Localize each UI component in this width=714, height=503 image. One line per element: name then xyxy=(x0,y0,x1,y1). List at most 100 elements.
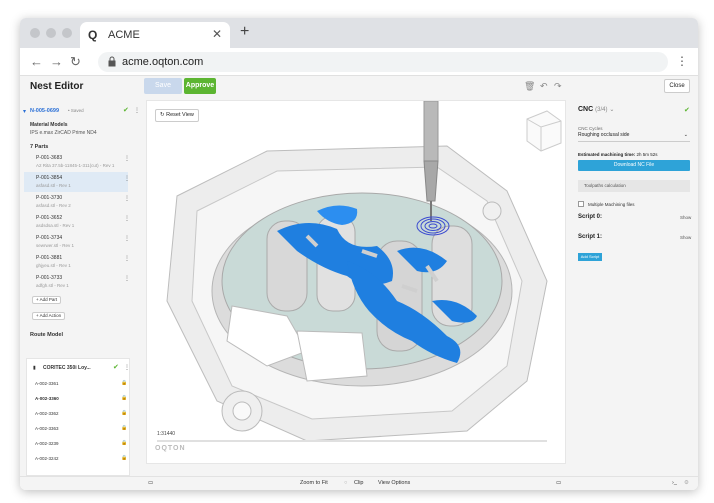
browser-tab[interactable]: Q ACME ✕ xyxy=(80,22,230,48)
approve-button[interactable]: Approve xyxy=(184,78,216,94)
multiple-machining-label: Multiple Machining files xyxy=(588,202,635,207)
lock-icon xyxy=(108,56,116,67)
more-icon[interactable]: ⋮ xyxy=(124,364,130,371)
more-icon[interactable]: ⋮ xyxy=(124,275,130,282)
reset-view-button[interactable]: ↻ Reset View xyxy=(155,109,199,122)
part-id: P-001-3730 xyxy=(36,195,63,201)
add-script-button[interactable]: Add Script xyxy=(578,253,602,261)
close-button[interactable]: Close xyxy=(664,79,690,93)
lock-icon: 🔒 xyxy=(121,455,128,461)
more-icon[interactable]: ⋮ xyxy=(124,155,130,162)
check-icon: ✔ xyxy=(113,364,119,371)
route-item[interactable]: A-002-3363 xyxy=(35,426,59,431)
route-item[interactable]: A-002-3362 xyxy=(35,411,59,416)
add-part-button[interactable]: + Add Part xyxy=(32,296,62,304)
part-file: ghjyeu.stl - Rev 1 xyxy=(36,263,71,268)
cnc-title[interactable]: CNC (3/4) ⌄ xyxy=(578,106,614,113)
script-1-show-link[interactable]: Show xyxy=(680,235,691,240)
machining-time-label: Estimated machining time: xyxy=(578,152,636,157)
reset-view-label: Reset View xyxy=(166,112,194,118)
cnc-count: (3/4) xyxy=(595,107,608,113)
material-value: IPS e.max ZirCAD Prime ND4 xyxy=(30,130,97,136)
chevron-down-icon: ⌄ xyxy=(609,107,615,113)
download-nc-button[interactable]: Download NC File xyxy=(578,160,690,171)
save-button[interactable]: Save xyxy=(144,78,182,94)
chevron-down-icon[interactable]: ▾ xyxy=(23,108,26,115)
nest-status: • Saved xyxy=(68,108,84,113)
route-item[interactable]: A-002-3360 xyxy=(35,396,59,401)
part-id: P-001-3683 xyxy=(36,155,63,161)
toolpaths-calculation[interactable]: Toolpaths calculation xyxy=(578,180,690,192)
browser-menu-icon[interactable]: ⋮ xyxy=(676,54,688,68)
part-item-selected[interactable]: P-001-3854 asfasd.stl - Rev 1 ⋮ xyxy=(24,172,130,192)
script-0-show-link[interactable]: Show xyxy=(680,215,691,220)
back-icon[interactable]: ← xyxy=(30,54,43,69)
close-icon[interactable]: ✕ xyxy=(212,27,222,41)
route-item[interactable]: A-002-3239 xyxy=(35,441,59,446)
redo-icon[interactable]: ↷ xyxy=(554,81,562,92)
undo-icon[interactable]: ↶ xyxy=(540,81,548,92)
app-root: Nest Editor Save Approve 🗑 ↶ ↷ Close ▾ N… xyxy=(20,76,698,490)
more-icon[interactable]: ⋮ xyxy=(124,175,130,182)
3d-viewport[interactable]: ↻ Reset View 1:31440 OQTON xyxy=(146,100,566,464)
more-icon[interactable]: ⋮ xyxy=(124,215,130,222)
route-name[interactable]: CORITEC 350i Loy... xyxy=(43,365,91,371)
part-id: P-001-3652 xyxy=(36,215,63,221)
part-item[interactable]: P-001-3734 sewrwer.stl - Rev 1 ⋮ xyxy=(24,232,130,252)
material-heading: Material Models xyxy=(30,122,68,128)
lock-icon: 🔒 xyxy=(121,395,128,401)
more-icon[interactable]: ⋮ xyxy=(124,195,130,202)
more-icon[interactable]: ⋮ xyxy=(124,235,130,242)
part-item[interactable]: P-001-3881 ghjyeu.stl - Rev 1 ⋮ xyxy=(24,252,130,272)
cnc-cycles-select[interactable]: Roughing occlusal side ⌄ xyxy=(578,132,690,142)
window-close-dot[interactable] xyxy=(30,28,40,38)
route-item[interactable]: A-002-3361 xyxy=(35,381,59,386)
lock-icon: 🔒 xyxy=(121,410,128,416)
settings-icon[interactable]: ⚙ xyxy=(684,480,689,486)
parts-heading[interactable]: 7 Parts xyxy=(30,144,48,150)
part-item[interactable]: P-001-3733 adfgh.stl - Rev 1 ⋮ xyxy=(24,272,130,292)
expand-icon[interactable]: ›_ xyxy=(672,480,677,486)
view-options-button[interactable]: View Options xyxy=(378,480,410,486)
window-minimize-dot[interactable] xyxy=(46,28,56,38)
panel-toggle-icon[interactable]: ▭ xyxy=(148,480,153,486)
cnc-label: CNC xyxy=(578,106,594,113)
part-file: adfgh.stl - Rev 1 xyxy=(36,283,69,288)
check-icon: ✔ xyxy=(123,107,129,114)
lock-icon: 🔒 xyxy=(121,440,128,446)
window-maximize-dot[interactable] xyxy=(62,28,72,38)
part-id: P-001-3733 xyxy=(36,275,63,281)
reload-icon[interactable]: ↻ xyxy=(70,54,81,70)
tab-title: ACME xyxy=(108,29,140,41)
cnc-cycles-value: Roughing occlusal side xyxy=(578,132,630,138)
trash-icon[interactable]: 🗑 xyxy=(524,81,535,92)
add-action-button[interactable]: + Add Action xyxy=(32,312,66,320)
forward-icon[interactable]: → xyxy=(50,54,63,69)
nest-id[interactable]: N-005-0699 xyxy=(30,108,59,114)
machine-icon: ▮ xyxy=(33,365,36,371)
part-item[interactable]: P-001-3730 asfasd.stl - Rev 2 ⋮ xyxy=(24,192,130,212)
route-heading: Route Model xyxy=(30,332,63,338)
multiple-machining-checkbox[interactable] xyxy=(578,201,584,207)
browser-window: Q ACME ✕ + ← → ↻ acme.oqton.com ⋮ Nest E… xyxy=(20,18,698,490)
new-tab-icon[interactable]: + xyxy=(240,23,249,41)
chevron-down-icon: ⌄ xyxy=(683,132,688,138)
more-icon[interactable]: ⋮ xyxy=(124,255,130,262)
part-item[interactable]: P-001-3652 asdsdsa.stl - Rev 1 ⋮ xyxy=(24,212,130,232)
machining-time-value: 2h 5m 52s xyxy=(636,152,658,157)
route-item[interactable]: A-002-3242 xyxy=(35,456,59,461)
address-bar: ← → ↻ acme.oqton.com ⋮ xyxy=(20,48,698,76)
zoom-to-fit-button[interactable]: Zoom to Fit xyxy=(300,480,328,486)
lock-icon: 🔒 xyxy=(121,425,128,431)
part-file: A2 Rita 37.5b-11845-1-311(cut) - Rev 1 xyxy=(36,163,115,168)
url-input[interactable]: acme.oqton.com xyxy=(98,52,668,72)
clip-toggle-icon[interactable]: ○ xyxy=(344,480,347,486)
panel-toggle-icon[interactable]: ▭ xyxy=(556,480,561,486)
part-id: P-001-3734 xyxy=(36,235,63,241)
top-toolbar: Nest Editor Save Approve 🗑 ↶ ↷ Close xyxy=(20,76,698,100)
part-file: sewrwer.stl - Rev 1 xyxy=(36,243,75,248)
lock-icon: 🔒 xyxy=(121,380,128,386)
more-icon[interactable]: ⋮ xyxy=(134,107,140,114)
clip-button[interactable]: Clip xyxy=(354,480,363,486)
part-item[interactable]: P-001-3683 A2 Rita 37.5b-11845-1-311(cut… xyxy=(24,152,130,172)
